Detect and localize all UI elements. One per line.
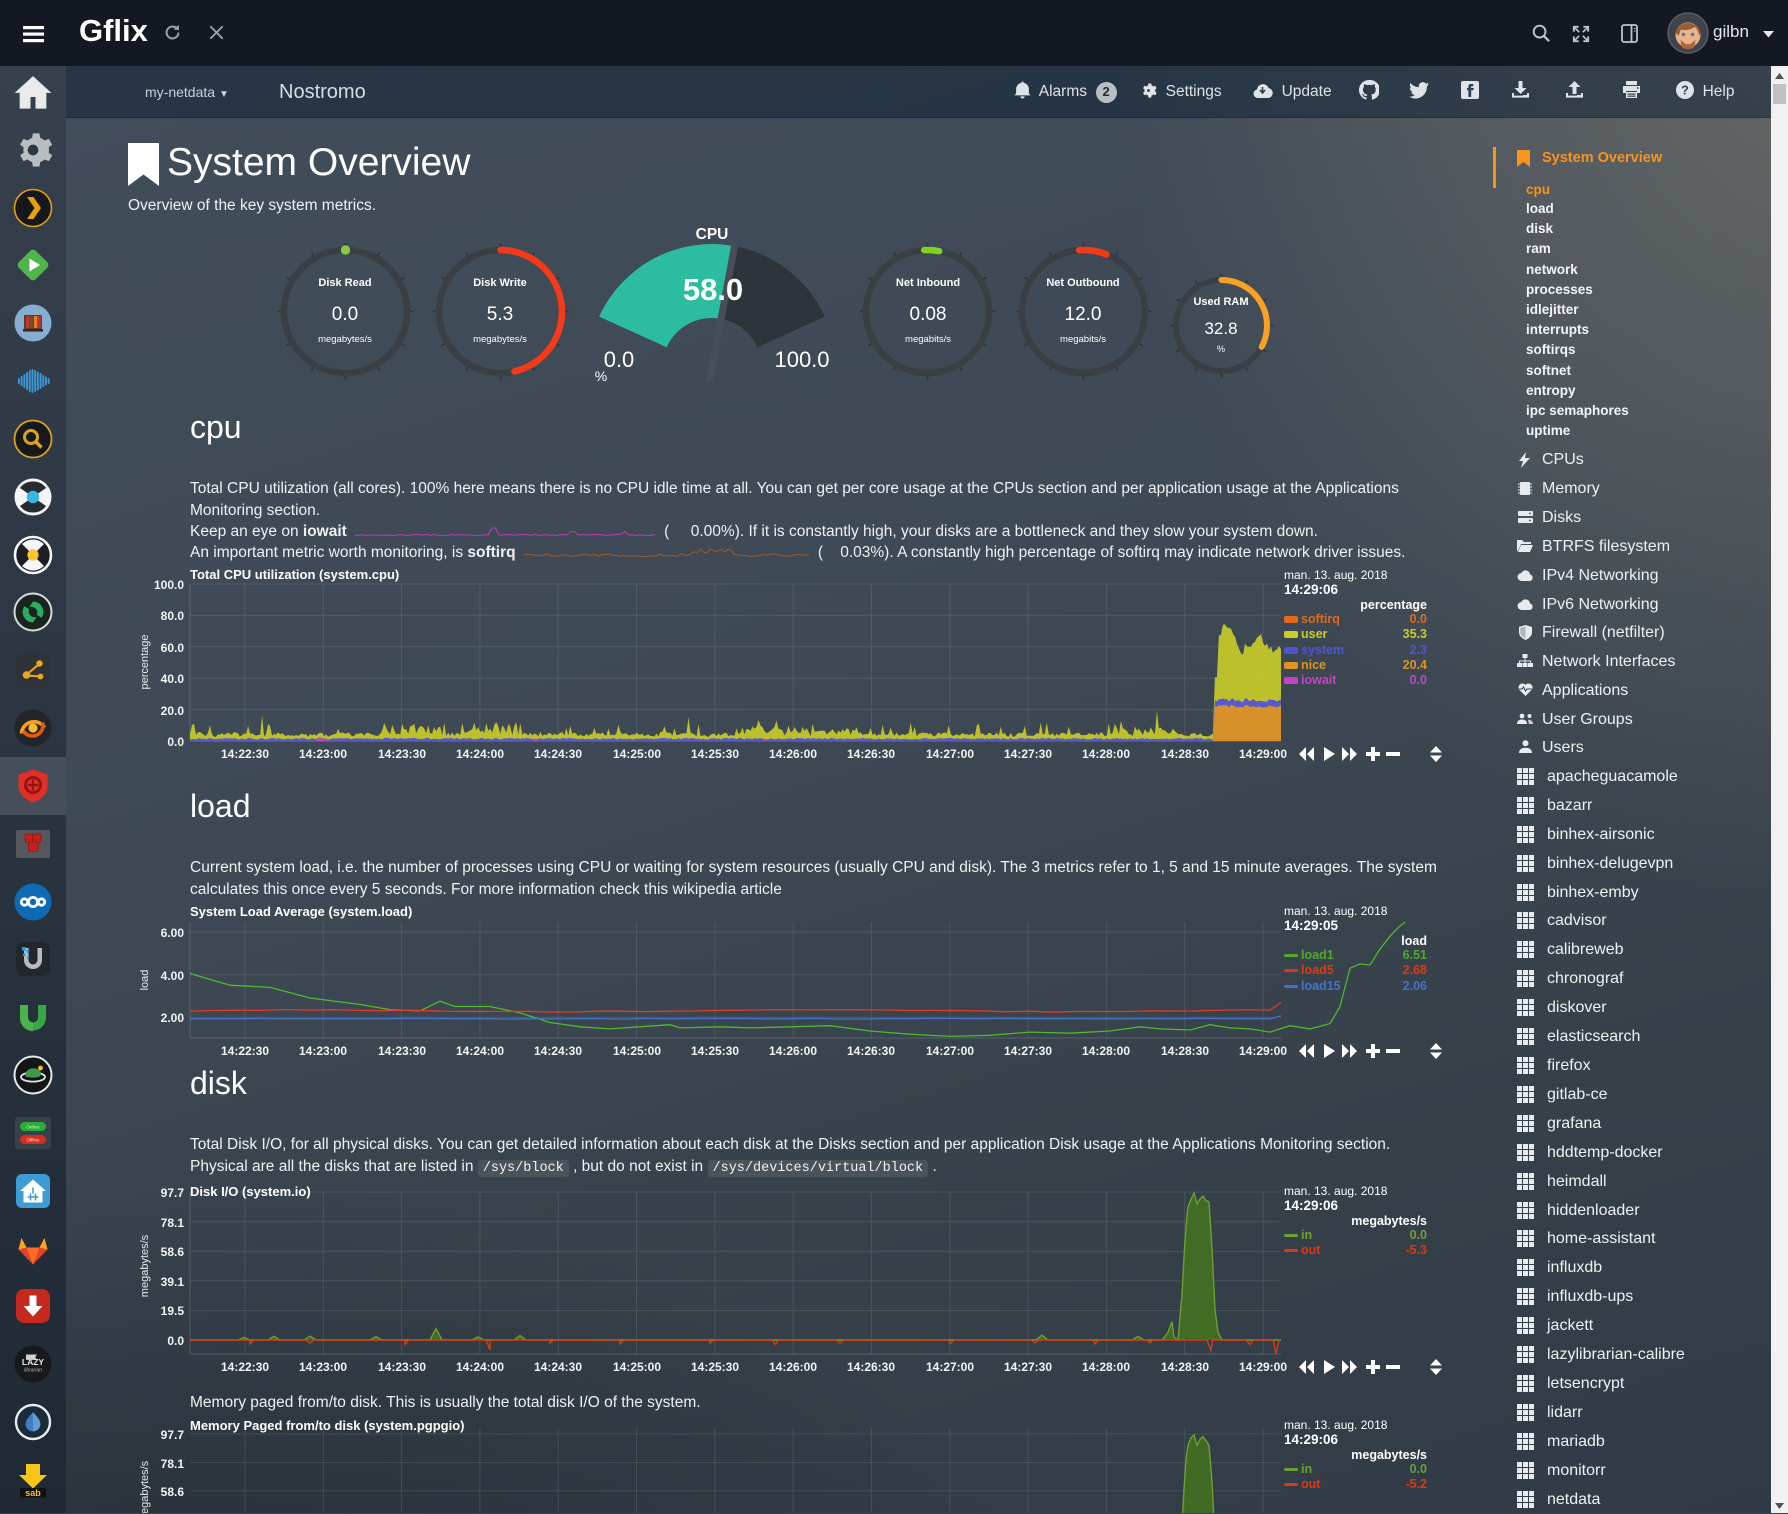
svg-text:librarian: librarian: [24, 1368, 42, 1374]
svg-text:sab: sab: [25, 1488, 41, 1498]
svg-text:Offline: Offline: [26, 1138, 40, 1143]
svg-text:Online: Online: [26, 1125, 40, 1130]
